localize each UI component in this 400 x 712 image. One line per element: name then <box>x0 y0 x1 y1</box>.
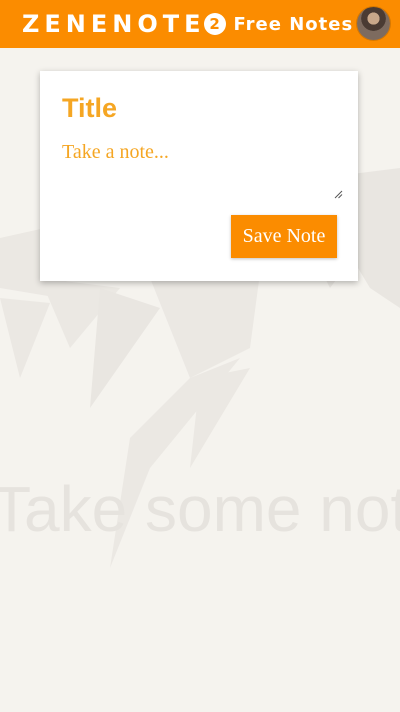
save-note-button[interactable]: Save Note <box>231 215 337 258</box>
app-page: ZENENOTE 2 Free Notes Take some notes <box>0 0 400 712</box>
bird-body-shape <box>150 273 260 378</box>
app-subtitle: Free Notes <box>233 13 354 35</box>
resize-handle-icon[interactable] <box>334 190 343 199</box>
bird-wing-mid-shape <box>90 288 160 408</box>
user-avatar-icon[interactable] <box>357 7 390 40</box>
logo-text: ZENENOTE <box>22 10 206 38</box>
background-watermark: Take some notes <box>0 473 400 545</box>
note-title-input[interactable] <box>62 93 332 124</box>
logo-badge: 2 <box>203 13 226 35</box>
logo[interactable]: ZENENOTE 2 <box>22 10 234 38</box>
bird-wing-left-shape-3 <box>0 298 50 378</box>
app-header: ZENENOTE 2 Free Notes <box>0 0 400 48</box>
note-card: Save Note <box>40 71 358 281</box>
note-body-input[interactable] <box>62 141 344 201</box>
